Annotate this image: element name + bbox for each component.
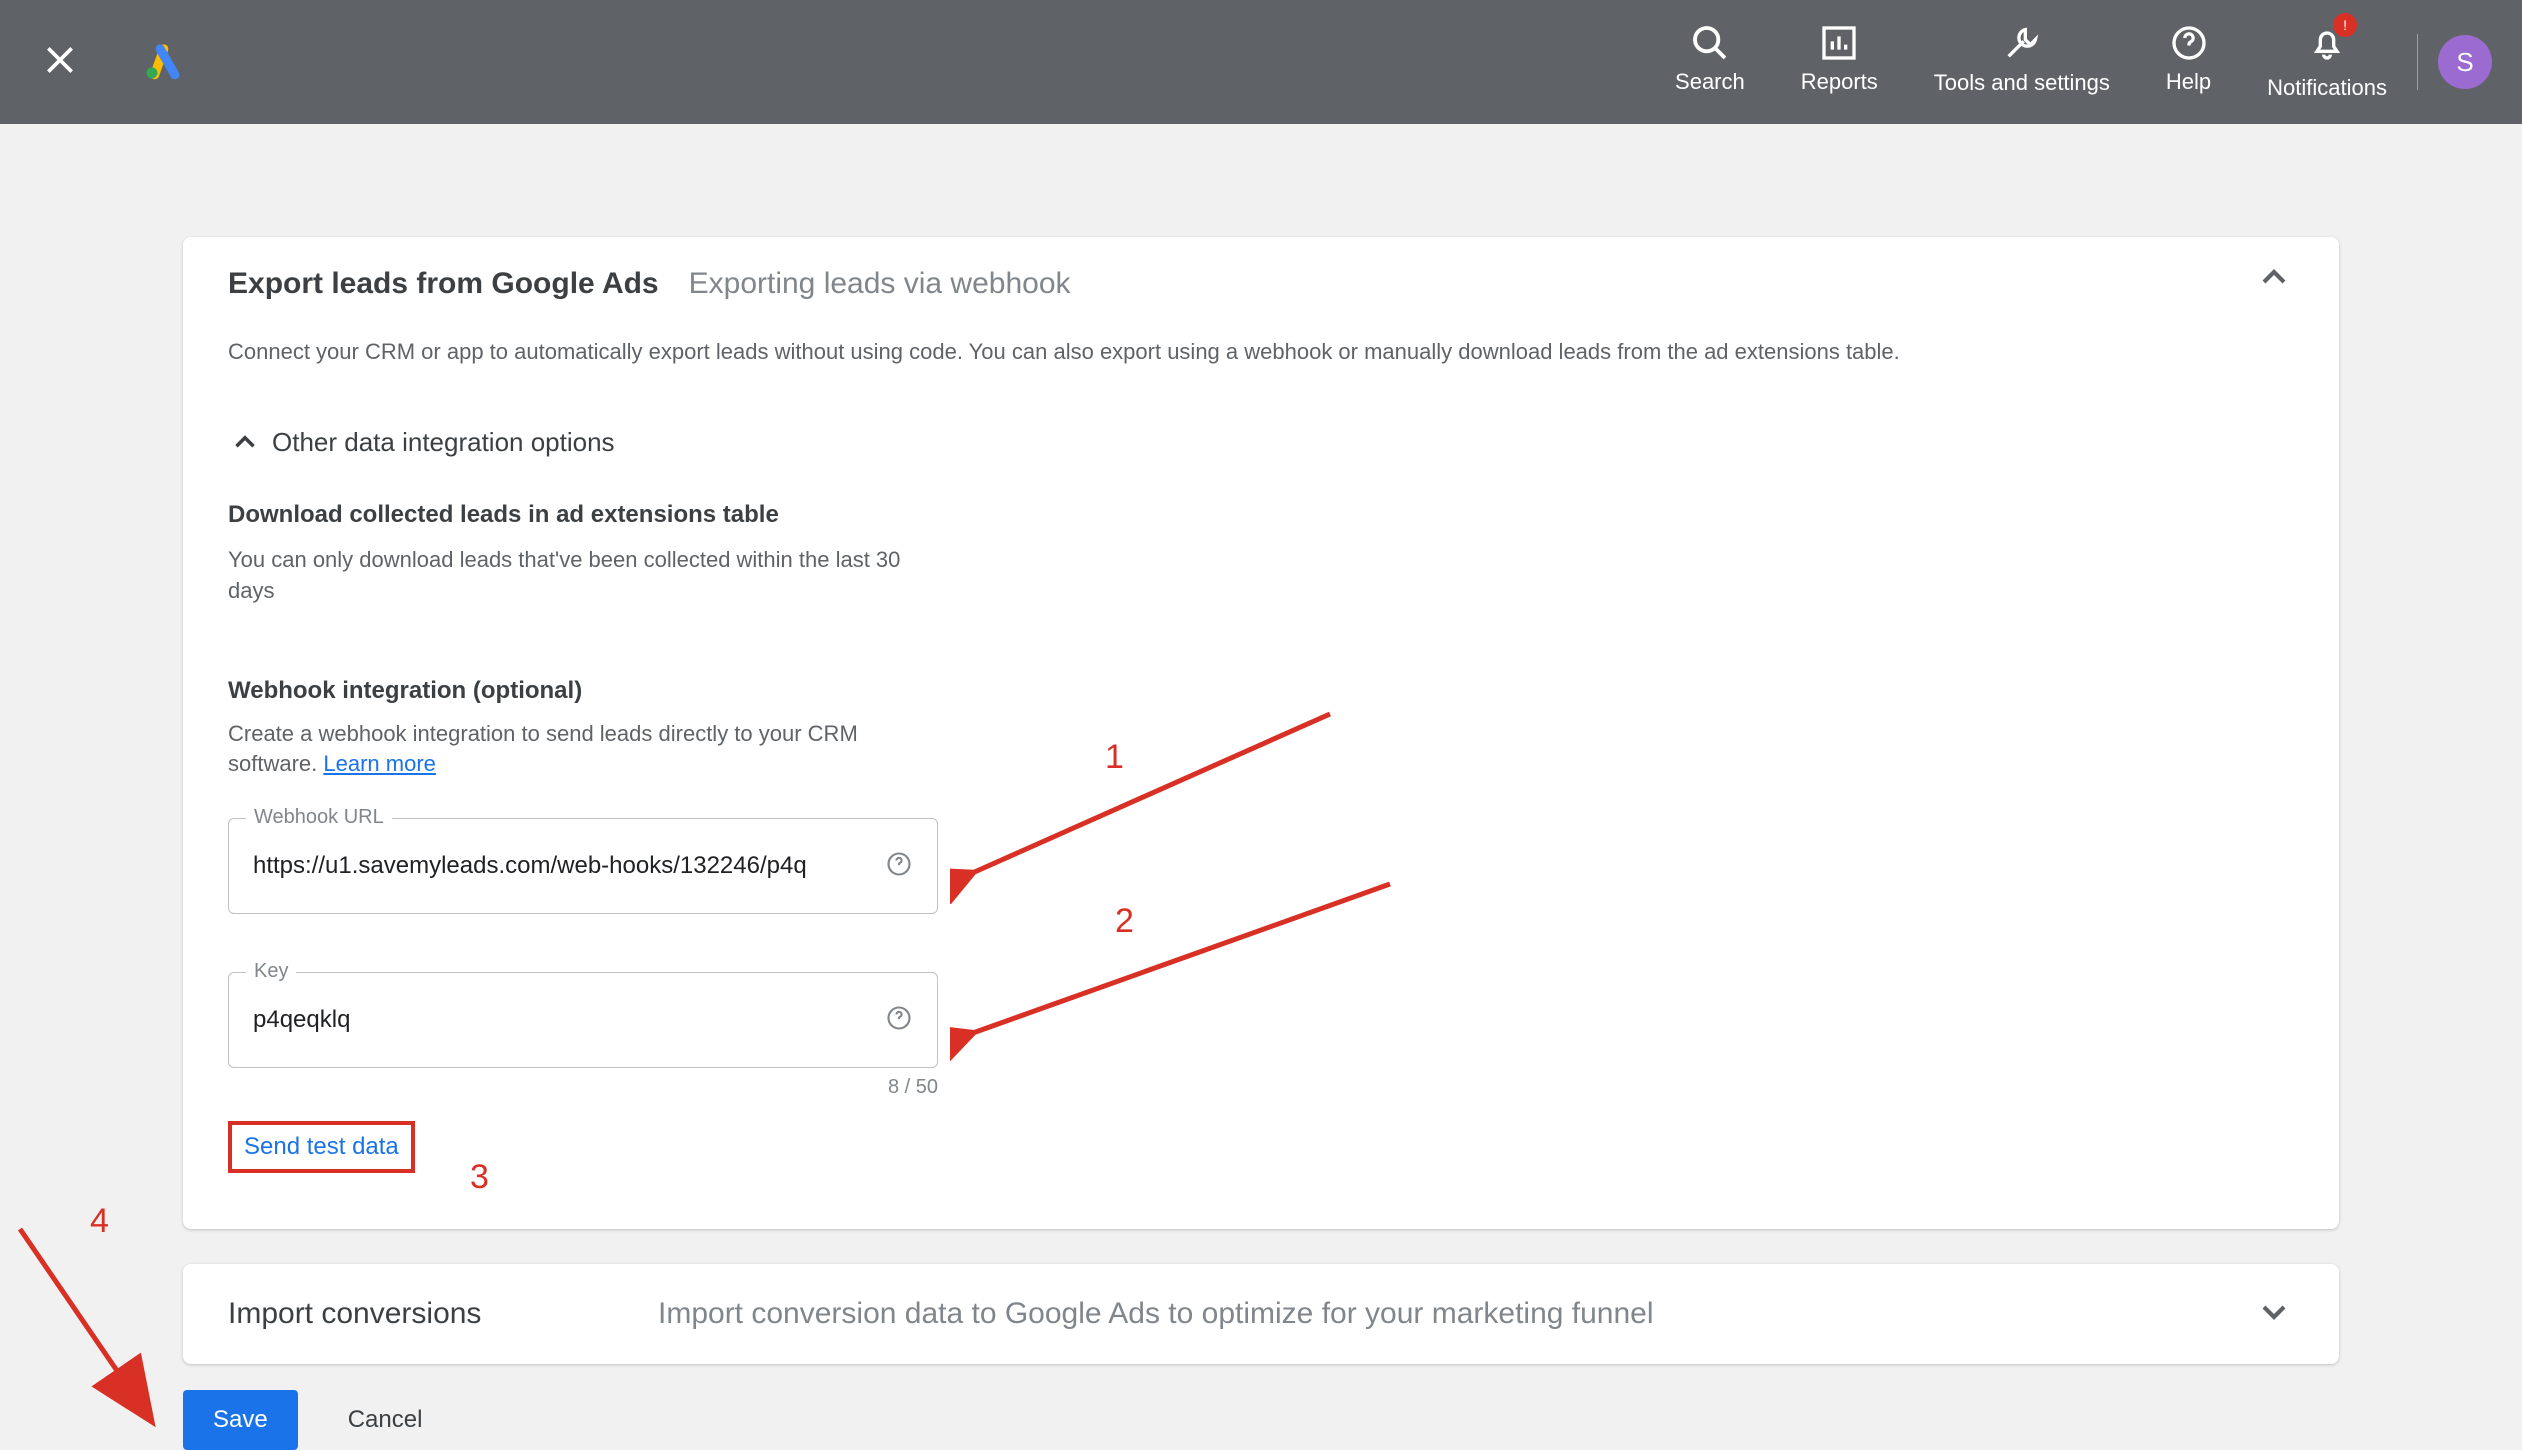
- nav-help[interactable]: Help: [2166, 23, 2211, 95]
- nav-reports[interactable]: Reports: [1801, 23, 1878, 95]
- nav-tools[interactable]: Tools and settings: [1934, 23, 2110, 97]
- card-description: Connect your CRM or app to automatically…: [228, 339, 2294, 365]
- cancel-button[interactable]: Cancel: [328, 1390, 443, 1450]
- google-ads-logo-icon: [140, 38, 184, 87]
- nav-search-label: Search: [1675, 69, 1745, 95]
- import-title: Import conversions: [228, 1297, 658, 1331]
- download-title: Download collected leads in ad extension…: [228, 501, 2294, 529]
- divider: [2417, 34, 2418, 90]
- help-icon[interactable]: [885, 850, 913, 883]
- import-desc: Import conversion data to Google Ads to …: [658, 1297, 2254, 1331]
- learn-more-link[interactable]: Learn more: [323, 751, 436, 776]
- expand-icon: [2254, 1292, 2294, 1337]
- webhook-url-field: Webhook URL: [228, 818, 938, 914]
- close-icon[interactable]: [40, 40, 80, 85]
- download-desc: You can only download leads that've been…: [228, 545, 908, 607]
- webhook-title: Webhook integration (optional): [228, 677, 2294, 705]
- key-char-counter: 8 / 50: [228, 1076, 938, 1099]
- nav-reports-label: Reports: [1801, 69, 1878, 95]
- export-leads-card: Export leads from Google Ads Exporting l…: [183, 237, 2339, 1229]
- nav-notifications-label: Notifications: [2267, 75, 2387, 101]
- save-button[interactable]: Save: [183, 1390, 298, 1450]
- key-label: Key: [246, 960, 296, 983]
- key-input[interactable]: [253, 1006, 875, 1034]
- card-subtitle: Exporting leads via webhook: [689, 267, 1071, 301]
- webhook-url-label: Webhook URL: [246, 806, 392, 829]
- annotation-4: 4: [90, 1202, 109, 1241]
- webhook-desc: Create a webhook integration to send lea…: [228, 719, 938, 781]
- top-bar: Search Reports Tools and settings Help !…: [0, 0, 2522, 124]
- other-options-label: Other data integration options: [272, 427, 615, 458]
- other-options-toggle[interactable]: Other data integration options: [228, 425, 2294, 459]
- collapse-icon[interactable]: [2254, 257, 2294, 302]
- card-title: Export leads from Google Ads: [228, 267, 659, 301]
- nav-notifications[interactable]: ! Notifications: [2267, 23, 2387, 101]
- import-conversions-card[interactable]: Import conversions Import conversion dat…: [183, 1264, 2339, 1364]
- notification-badge: !: [2333, 13, 2357, 37]
- nav-search[interactable]: Search: [1675, 23, 1745, 95]
- avatar[interactable]: S: [2438, 35, 2492, 89]
- help-icon[interactable]: [885, 1004, 913, 1037]
- nav-help-label: Help: [2166, 69, 2211, 95]
- nav-tools-label: Tools and settings: [1934, 69, 2110, 97]
- annotation-arrow-4: [10, 1219, 210, 1439]
- send-test-data-link[interactable]: Send test data: [228, 1121, 415, 1173]
- key-field: Key: [228, 972, 938, 1068]
- webhook-url-input[interactable]: [253, 852, 875, 880]
